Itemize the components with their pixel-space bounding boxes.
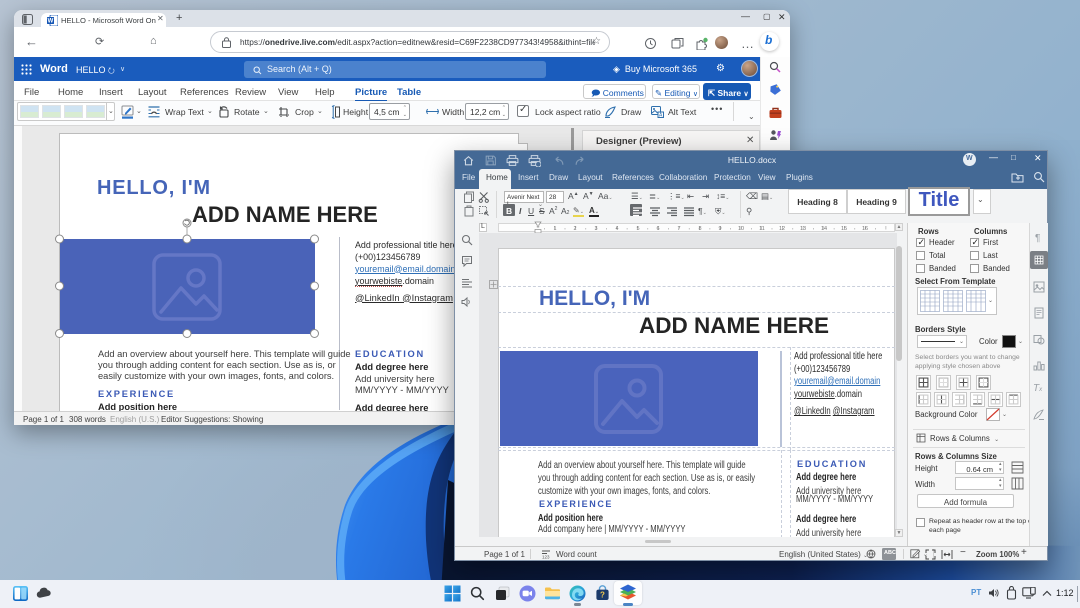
svg-text:1: 1 — [553, 226, 556, 232]
svg-text:123: 123 — [542, 555, 550, 560]
svg-text:5: 5 — [636, 226, 639, 232]
svg-text:7: 7 — [677, 226, 680, 232]
svg-text:16: 16 — [862, 226, 868, 232]
svg-text:10: 10 — [738, 226, 744, 232]
svg-text:2: 2 — [573, 226, 576, 232]
svg-text:6: 6 — [656, 226, 659, 232]
svg-text:9: 9 — [718, 226, 721, 232]
svg-text:14: 14 — [821, 226, 827, 232]
svg-text:12: 12 — [779, 226, 785, 232]
svg-text:4: 4 — [615, 226, 618, 232]
svg-text:15: 15 — [841, 226, 847, 232]
svg-text:W: W — [48, 18, 54, 24]
svg-text:8: 8 — [698, 226, 701, 232]
svg-text:?: ? — [600, 590, 605, 599]
svg-text:3: 3 — [594, 226, 597, 232]
svg-text:13: 13 — [800, 226, 806, 232]
svg-text:11: 11 — [759, 226, 765, 232]
